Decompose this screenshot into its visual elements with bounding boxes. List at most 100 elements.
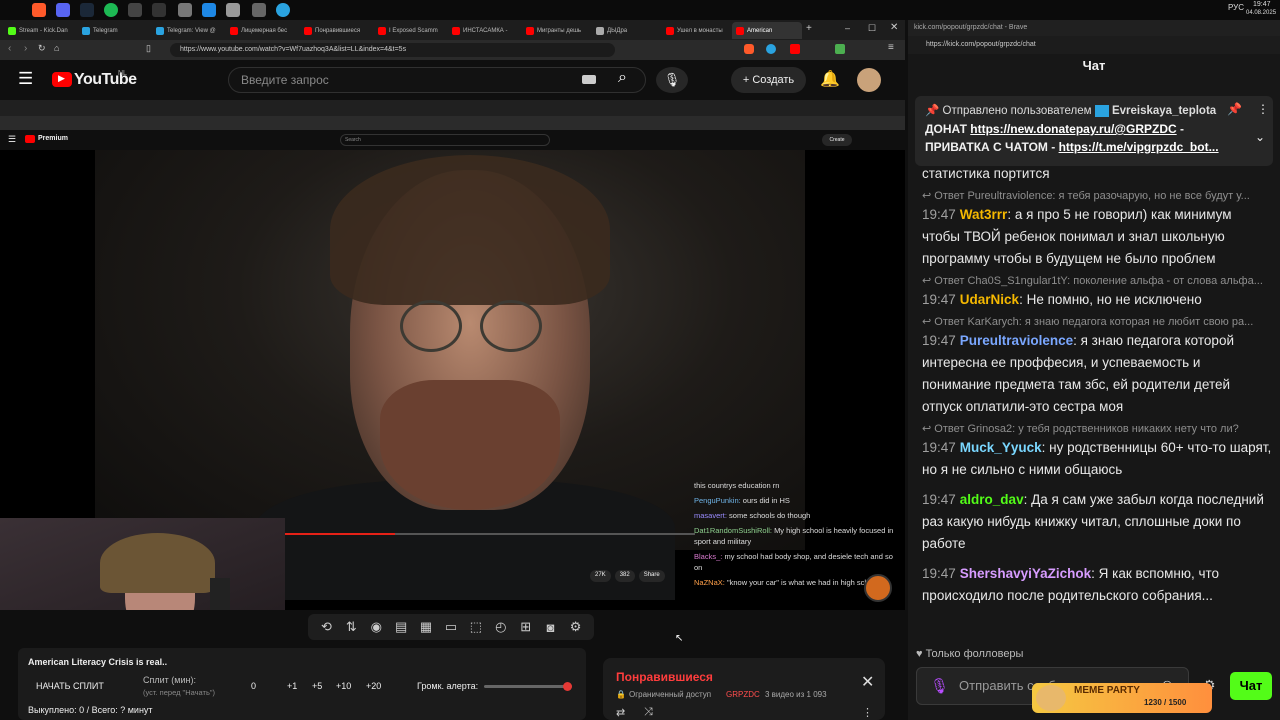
voice-search-icon[interactable]: 🎙 [656, 67, 688, 93]
new-tab-icon[interactable]: + [806, 23, 812, 34]
username[interactable]: UdarNick [960, 292, 1019, 307]
username[interactable]: ShershavyiYaZichok [960, 566, 1091, 581]
app-icon[interactable] [252, 3, 266, 17]
tab-1[interactable]: Telegram [78, 22, 148, 39]
app-icon[interactable] [202, 3, 216, 17]
telegram-icon[interactable] [276, 3, 290, 17]
app-icon[interactable] [128, 3, 142, 17]
video-progress-bar[interactable] [285, 533, 695, 535]
menu-icon[interactable]: ≡ [888, 42, 894, 53]
reply-preview[interactable]: ↩ Ответ KarKarych: я знаю педагога котор… [922, 315, 1272, 330]
step-button[interactable]: +5 [312, 681, 322, 691]
extension-icon[interactable] [835, 44, 845, 54]
screenshot-icon[interactable]: ◙ [540, 620, 562, 635]
split-value[interactable]: 0 [251, 681, 256, 691]
bookmark-icon[interactable]: ▯ [146, 43, 151, 54]
broadcast-icon[interactable]: ◉ [365, 619, 387, 635]
tab-3[interactable]: Лицемерная бес [226, 22, 296, 39]
comment-count[interactable]: 382 [614, 570, 635, 582]
volume-slider-knob[interactable] [563, 682, 572, 691]
reply-preview[interactable]: ↩ Ответ Pureultraviolence: я тебя разоча… [922, 189, 1272, 204]
step-button[interactable]: +1 [287, 681, 297, 691]
like-count[interactable]: 27K [590, 570, 611, 582]
back-icon[interactable]: ‹ [8, 43, 11, 54]
pinned-user[interactable]: Evreiskaya_teplota [1112, 105, 1216, 117]
unpin-icon[interactable]: 📌 [1227, 100, 1242, 118]
tab-5[interactable]: I Exposed Scamm [374, 22, 444, 39]
username[interactable]: aldro_dav [960, 492, 1024, 507]
steam-icon[interactable] [80, 3, 94, 17]
reply-preview[interactable]: ↩ Ответ Grinosa2: у тебя родственников н… [922, 422, 1272, 437]
speed-icon[interactable]: ◴ [490, 619, 512, 635]
playlist-add-icon[interactable]: ▤ [390, 619, 412, 635]
close-icon[interactable]: ✕ [890, 22, 898, 33]
username[interactable]: Muck_Yyuck [960, 440, 1042, 455]
playlist-title[interactable]: Понравившиеся [616, 670, 713, 684]
more-icon[interactable]: ⋮ [862, 706, 873, 719]
donate-link[interactable]: https://new.donatepay.ru/@GRPZDC [970, 122, 1176, 136]
username[interactable]: Pureultraviolence [960, 333, 1073, 348]
forward-icon[interactable]: › [24, 43, 27, 54]
app-icon[interactable] [178, 3, 192, 17]
meme-party-widget[interactable]: MEME PARTY 1230 / 1500 [1032, 683, 1212, 713]
app-icon[interactable] [226, 3, 240, 17]
language-indicator[interactable]: РУС [1228, 3, 1244, 12]
loop-icon[interactable]: ⇄ [616, 706, 625, 719]
step-button[interactable]: +20 [366, 681, 381, 691]
brave-shield-icon[interactable] [744, 44, 754, 54]
reload-icon[interactable]: ↻ [38, 43, 46, 54]
spotify-icon[interactable] [104, 3, 118, 17]
youtube-icon [736, 26, 744, 35]
add-box-icon[interactable]: ⊞ [515, 619, 537, 635]
pinned-message[interactable]: 📌 Отправлено пользователем Evreiskaya_te… [915, 96, 1273, 166]
close-icon[interactable]: ✕ [861, 672, 874, 692]
hamburger-menu-icon[interactable]: ☰ [18, 69, 33, 89]
stream-chat-overlay: this countrys education rn PenguPunkin: … [694, 480, 899, 592]
extension-icon[interactable] [766, 44, 776, 54]
obs-icon[interactable] [152, 3, 166, 17]
telegram-link[interactable]: https://t.me/vipgrpzdc_bot... [1059, 140, 1219, 154]
tab-7[interactable]: Мигранты дешь [522, 22, 588, 39]
settings-icon[interactable]: ⚙ [565, 619, 587, 635]
playlist-owner[interactable]: GRPZDC [726, 690, 760, 699]
username[interactable]: Wat3rrr [960, 207, 1008, 222]
url-field[interactable]: https://www.youtube.com/watch?v=Wf7uazho… [170, 43, 615, 57]
send-chat-button[interactable]: Чат [1230, 672, 1272, 700]
kick-url-field[interactable]: https://kick.com/popout/grpzdc/chat [908, 36, 1280, 54]
tab-9[interactable]: Ушел в монасты [662, 22, 728, 39]
tab-8[interactable]: ДЫДра [592, 22, 658, 39]
avatar[interactable] [857, 68, 881, 92]
video-player[interactable]: ☰ Premium Search Create 27K 382 Share th… [0, 100, 905, 610]
keyboard-icon[interactable] [582, 75, 596, 84]
tab-0[interactable]: Stream - Kick.Dan [4, 22, 74, 39]
discord-icon[interactable] [56, 3, 70, 17]
create-button[interactable]: + Создать [731, 67, 806, 93]
tab-4[interactable]: Понравившиеся [300, 22, 370, 39]
step-button[interactable]: +10 [336, 681, 351, 691]
search-icon[interactable]: ⌕ [618, 69, 627, 87]
tab-2[interactable]: Telegram: View @ [152, 22, 222, 39]
extension-icon[interactable] [790, 44, 800, 54]
home-icon[interactable]: ⌂ [54, 43, 59, 53]
sort-icon[interactable]: ⇅ [340, 619, 362, 635]
chevron-down-icon[interactable]: ⌄ [1255, 128, 1265, 146]
microphone-icon[interactable]: 🎙 [930, 677, 949, 695]
youtube-logo-text[interactable]: YouTube [74, 71, 137, 89]
start-split-button[interactable]: НАЧАТЬ СПЛИТ [36, 681, 104, 691]
volume-slider[interactable] [484, 682, 572, 691]
tab-10-active[interactable]: American [732, 22, 802, 39]
clapperboard-icon[interactable]: ▦ [415, 619, 437, 635]
crop-icon[interactable]: ⬚ [465, 619, 487, 635]
brave-icon[interactable] [32, 3, 46, 17]
maximize-icon[interactable]: ☐ [868, 23, 876, 34]
picture-in-picture-icon[interactable]: ▭ [440, 619, 462, 635]
loop-icon[interactable]: ⟲ [315, 619, 337, 635]
tab-6[interactable]: ИНСТАСАМКА - [448, 22, 518, 39]
notifications-icon[interactable]: 🔔 [820, 69, 840, 89]
inner-youtube-header: ☰ Premium Search Create [0, 130, 905, 150]
more-icon[interactable]: ⋮ [1257, 100, 1269, 118]
reply-preview[interactable]: ↩ Ответ Cha0S_S1ngular1tY: поколение аль… [922, 274, 1272, 289]
minimize-icon[interactable]: – [845, 23, 850, 33]
share-button[interactable]: Share [638, 570, 665, 582]
shuffle-icon[interactable]: ⤨ [644, 706, 653, 719]
